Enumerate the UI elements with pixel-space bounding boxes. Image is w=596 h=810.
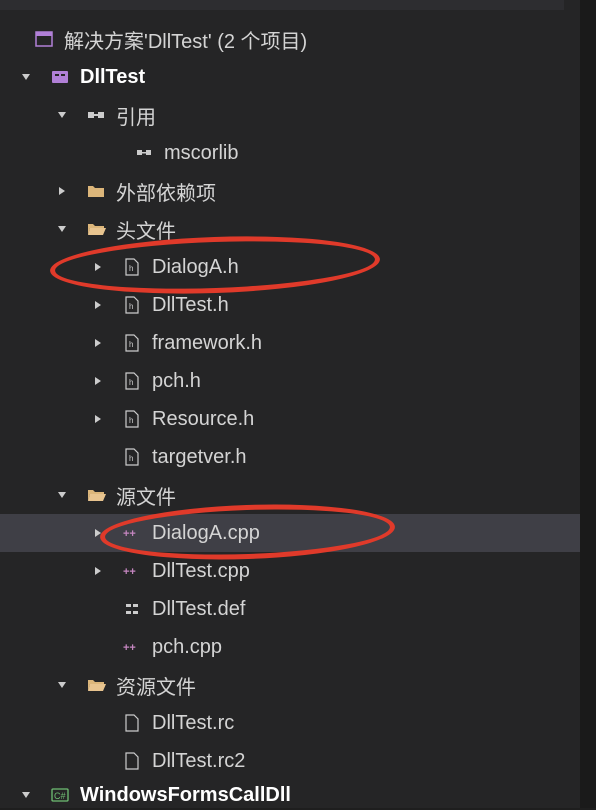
svg-text:++: ++ (123, 566, 136, 578)
cpp-file-icon: ++ (122, 523, 142, 543)
panel-edge (580, 0, 596, 808)
cpp-file-icon: ++ (122, 561, 142, 581)
svg-text:h: h (129, 416, 133, 425)
svg-text:h: h (129, 264, 133, 273)
file-label: pch.cpp (152, 636, 222, 659)
folder-open-icon (86, 675, 106, 695)
svg-text:++: ++ (123, 528, 136, 540)
svg-text:h: h (129, 340, 133, 349)
headers-folder[interactable]: 头文件 (0, 210, 580, 248)
header-file-icon: h (122, 447, 142, 467)
file-item-dlltest-rc2[interactable]: DllTest.rc2 (0, 742, 580, 780)
collapse-arrow-icon[interactable] (90, 411, 106, 427)
collapse-arrow-icon[interactable] (90, 373, 106, 389)
svg-text:C#: C# (54, 791, 66, 801)
file-item-framework-h[interactable]: h framework.h (0, 324, 580, 362)
file-label: targetver.h (152, 446, 247, 469)
file-item-dialoga-cpp[interactable]: ++ DialogA.cpp (0, 514, 580, 552)
folder-icon (86, 181, 106, 201)
resource-file-icon (122, 713, 142, 733)
sources-folder[interactable]: 源文件 (0, 476, 580, 514)
folder-open-icon (86, 485, 106, 505)
collapse-arrow-icon[interactable] (90, 259, 106, 275)
file-item-dlltest-rc[interactable]: DllTest.rc (0, 704, 580, 742)
expand-arrow-icon[interactable] (54, 107, 70, 123)
sources-label: 源文件 (116, 481, 176, 510)
file-label: DllTest.h (152, 294, 229, 317)
project-label: DllTest (80, 66, 145, 89)
header-file-icon: h (122, 257, 142, 277)
external-deps-node[interactable]: 外部依赖项 (0, 172, 580, 210)
file-label: DllTest.def (152, 598, 245, 621)
file-label: pch.h (152, 370, 201, 393)
file-label: DllTest.rc (152, 712, 234, 735)
project-windowsformscalldll[interactable]: C# WindowsFormsCallDll (0, 780, 580, 810)
references-label: 引用 (116, 101, 156, 130)
project-dlltest[interactable]: DllTest (0, 58, 580, 96)
expand-arrow-icon[interactable] (18, 69, 34, 85)
resources-folder[interactable]: 资源文件 (0, 666, 580, 704)
collapse-arrow-icon[interactable] (90, 563, 106, 579)
svg-text:++: ++ (123, 642, 136, 654)
file-item-targetver-h[interactable]: h targetver.h (0, 438, 580, 476)
project-icon (50, 67, 70, 87)
references-icon (86, 105, 106, 125)
folder-open-icon (86, 219, 106, 239)
reference-item-mscorlib[interactable]: mscorlib (0, 134, 580, 172)
file-item-pch-cpp[interactable]: ++ pch.cpp (0, 628, 580, 666)
external-deps-label: 外部依赖项 (116, 177, 216, 206)
reference-icon (134, 143, 154, 163)
collapse-arrow-icon[interactable] (90, 297, 106, 313)
resources-label: 资源文件 (116, 671, 196, 700)
file-label: Resource.h (152, 408, 254, 431)
file-label: DialogA.cpp (152, 522, 260, 545)
csharp-project-icon: C# (50, 785, 70, 805)
file-item-resource-h[interactable]: h Resource.h (0, 400, 580, 438)
reference-item-label: mscorlib (164, 142, 238, 165)
svg-text:h: h (129, 302, 133, 311)
header-file-icon: h (122, 409, 142, 429)
collapse-arrow-icon[interactable] (90, 525, 106, 541)
toolbar-truncated (0, 0, 564, 10)
project-label: WindowsFormsCallDll (80, 784, 291, 807)
file-item-dlltest-h[interactable]: h DllTest.h (0, 286, 580, 324)
svg-text:h: h (129, 378, 133, 387)
file-label: DialogA.h (152, 256, 239, 279)
expand-arrow-icon[interactable] (54, 221, 70, 237)
header-file-icon: h (122, 371, 142, 391)
solution-label: 解决方案'DllTest' (2 个项目) (64, 25, 307, 54)
solution-icon (34, 29, 54, 49)
file-label: DllTest.rc2 (152, 750, 245, 773)
def-file-icon (122, 599, 142, 619)
file-item-dlltest-cpp[interactable]: ++ DllTest.cpp (0, 552, 580, 590)
headers-label: 头文件 (116, 215, 176, 244)
resource-file-icon (122, 751, 142, 771)
cpp-file-icon: ++ (122, 637, 142, 657)
file-item-pch-h[interactable]: h pch.h (0, 362, 580, 400)
solution-node[interactable]: 解决方案'DllTest' (2 个项目) (0, 20, 580, 58)
solution-explorer-panel: 解决方案'DllTest' (2 个项目) DllTest 引用 mscorli… (0, 0, 580, 808)
file-label: DllTest.cpp (152, 560, 250, 583)
expand-arrow-icon[interactable] (18, 787, 34, 803)
expand-arrow-icon[interactable] (54, 677, 70, 693)
file-label: framework.h (152, 332, 262, 355)
file-item-dialoga-h[interactable]: h DialogA.h (0, 248, 580, 286)
file-item-dlltest-def[interactable]: DllTest.def (0, 590, 580, 628)
collapse-arrow-icon[interactable] (54, 183, 70, 199)
expand-arrow-icon[interactable] (54, 487, 70, 503)
references-node[interactable]: 引用 (0, 96, 580, 134)
header-file-icon: h (122, 295, 142, 315)
collapse-arrow-icon[interactable] (90, 335, 106, 351)
header-file-icon: h (122, 333, 142, 353)
svg-text:h: h (129, 454, 133, 463)
